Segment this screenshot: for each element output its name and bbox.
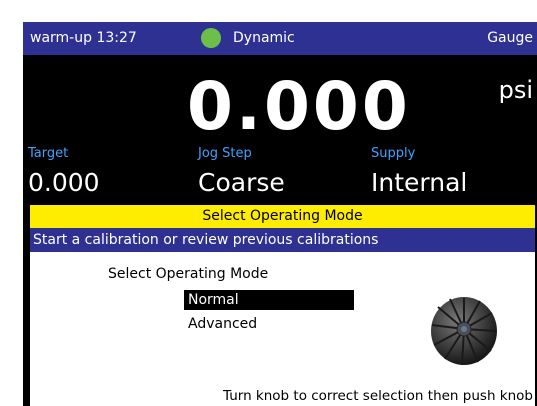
supply-value: Internal — [371, 168, 468, 197]
dialog-hint: Start a calibration or review previous c… — [30, 228, 535, 252]
mode-label: Dynamic — [233, 30, 295, 46]
dialog-title: Select Operating Mode — [30, 205, 535, 228]
option-advanced[interactable]: Advanced — [184, 314, 354, 334]
dialog-body: Select Operating Mode Normal Advanced Tu… — [30, 252, 535, 406]
target-label: Target — [28, 146, 69, 161]
target-value: 0.000 — [28, 168, 100, 197]
dialog-instruction: Turn knob to correct selection then push… — [223, 388, 533, 404]
operating-mode-dialog: Select Operating Mode Start a calibratio… — [28, 205, 537, 406]
pressure-reading: 0.000 — [187, 68, 411, 145]
jog-step-label: Jog Step — [198, 146, 252, 161]
display-type-label: Gauge — [487, 30, 533, 46]
dialog-heading: Select Operating Mode — [108, 266, 269, 282]
pressure-unit: psi — [498, 76, 533, 104]
status-bar: warm-up 13:27 Dynamic Gauge — [23, 22, 537, 55]
knob-icon[interactable] — [428, 289, 500, 373]
status-indicator-icon — [201, 28, 221, 48]
supply-label: Supply — [371, 146, 416, 161]
jog-step-value: Coarse — [198, 168, 285, 197]
warmup-timer: warm-up 13:27 — [30, 30, 137, 46]
device-screen: warm-up 13:27 Dynamic Gauge 0.000 psi Ta… — [23, 22, 537, 406]
option-normal[interactable]: Normal — [184, 290, 354, 310]
